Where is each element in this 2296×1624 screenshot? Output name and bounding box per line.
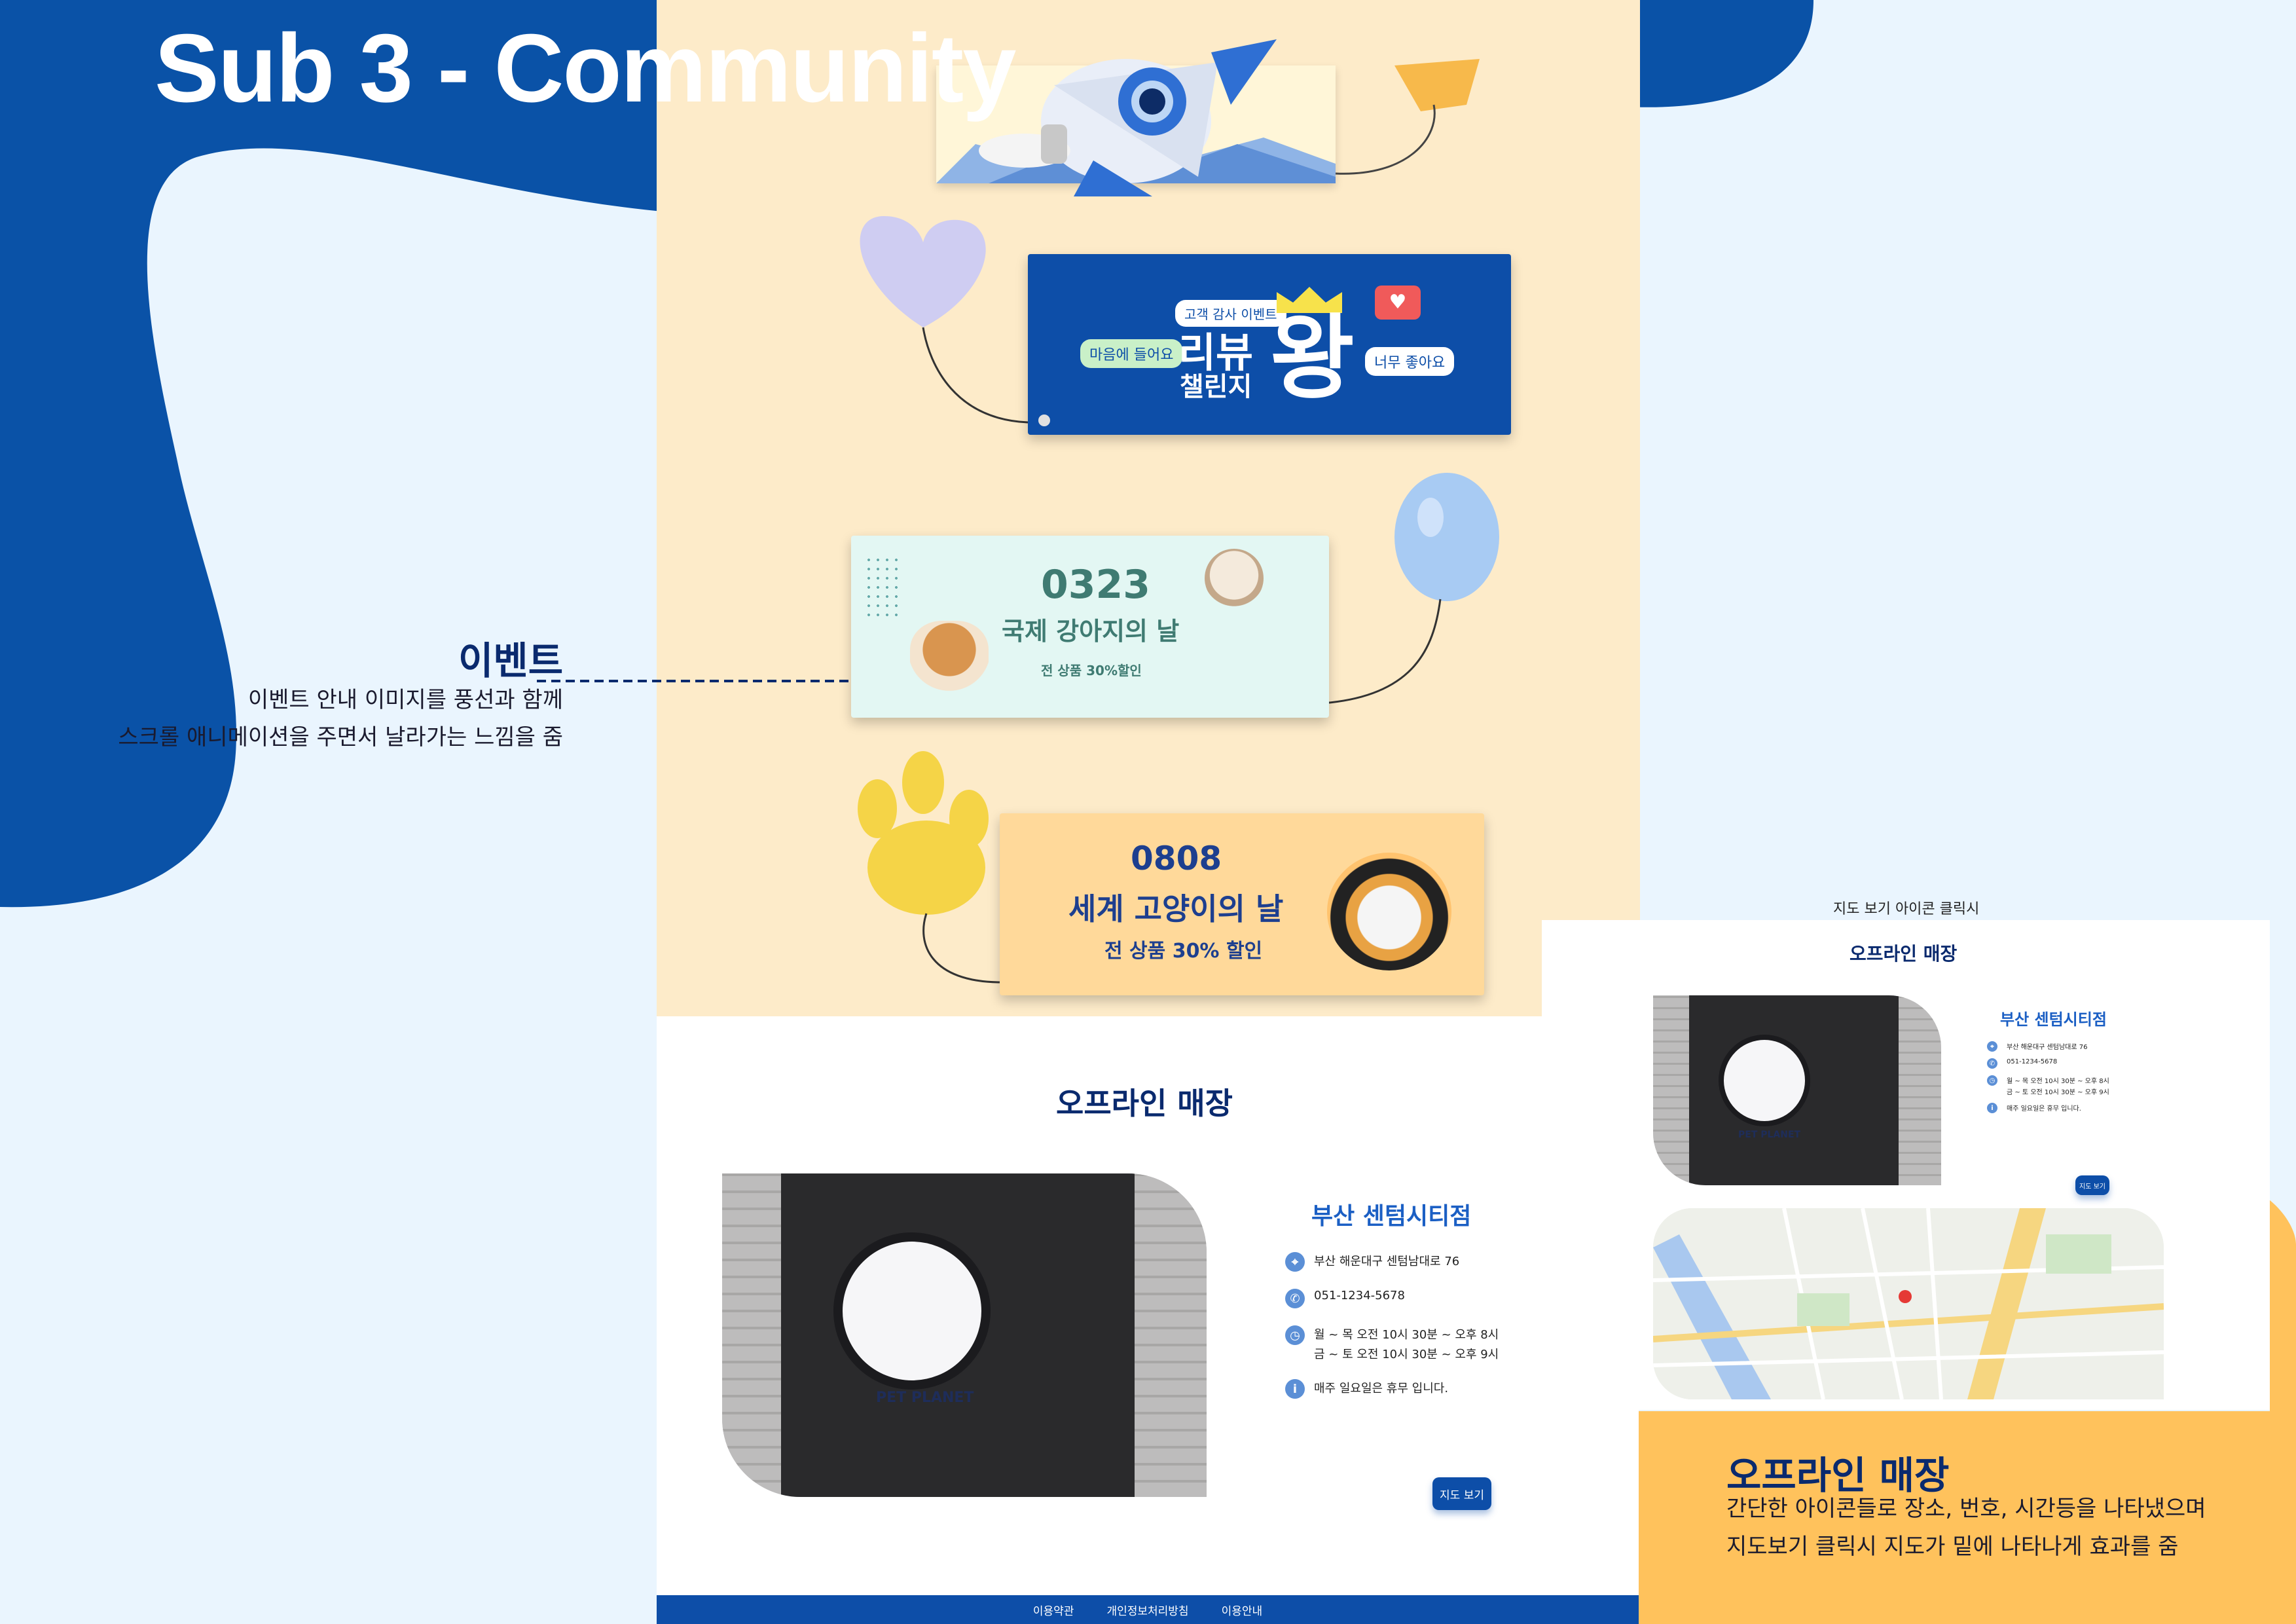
branch-name: 부산 센텀시티점 [1311, 1203, 1472, 1230]
clock-icon: ◷ [1987, 1075, 1997, 1086]
dog-photo [910, 621, 989, 693]
dog-date: 0323 [1041, 562, 1150, 608]
preview-address-text: 부산 해운대구 센텀남대로 76 [2007, 1044, 2088, 1051]
dog-title: 국제 강아지의 날 [1002, 617, 1180, 646]
cat-title: 세계 고양이의 날 [1068, 891, 1284, 927]
phone-text: 051-1234-5678 [1314, 1289, 1405, 1302]
address-row: ⌖ 부산 해운대구 센텀남대로 76 [1285, 1252, 1499, 1272]
preview-store-photo: PET PLANET [1653, 995, 1941, 1185]
review-bubble-right: 너무 좋아요 [1365, 347, 1455, 376]
preview-phone-row: ✆ 051-1234-5678 [1987, 1058, 2109, 1069]
footer: 이용약관 개인정보처리방침 이용안내 [657, 1595, 1639, 1624]
preview-closed-text: 매주 일요일은 휴무 입니다. [2007, 1105, 2081, 1113]
store-info-list: ⌖ 부산 해운대구 센텀남대로 76 ✆ 051-1234-5678 ◷ 월 ~… [1285, 1252, 1499, 1399]
map-button[interactable]: 지도 보기 [1432, 1477, 1491, 1510]
preview-hours-line2: 금 ~ 토 오전 10시 30분 ~ 오후 9시 [2007, 1089, 2109, 1096]
dots-decoration [864, 555, 903, 621]
address-text: 부산 해운대구 센텀남대로 76 [1314, 1255, 1460, 1268]
heart-chat-icon: ♥ [1375, 286, 1421, 320]
poodle-photo [1205, 549, 1264, 608]
phone-row: ✆ 051-1234-5678 [1285, 1289, 1499, 1308]
map-caption: 지도 보기 아이콘 클릭시 [1833, 901, 1980, 917]
preview-hours-line1: 월 ~ 목 오전 10시 30분 ~ 오후 8시 [2007, 1078, 2109, 1085]
cat-date: 0808 [1131, 840, 1222, 877]
review-challenge-banner[interactable]: 고객 감사 이벤트 마음에 들어요 리뷰 챌린지 왕 ♥ 너무 좋아요 [1028, 254, 1511, 435]
preview-phone-text: 051-1234-5678 [2007, 1058, 2058, 1065]
event-note-line1: 이벤트 안내 이미지를 풍선과 함께 [247, 687, 563, 713]
preview-section-title: 오프라인 매장 [1850, 943, 1958, 965]
info-icon: i [1285, 1379, 1305, 1399]
dog-discount: 전 상품 30%할인 [1041, 663, 1142, 678]
phone-icon: ✆ [1285, 1289, 1305, 1308]
event-note-line2: 스크롤 애니메이션을 주면서 날라가는 느낌을 줌 [118, 724, 563, 750]
preview-info-list: ⌖ 부산 해운대구 센텀남대로 76 ✆ 051-1234-5678 ◷ 월 ~… [1987, 1041, 2109, 1113]
closed-row: i 매주 일요일은 휴무 입니다. [1285, 1379, 1499, 1399]
banner-hole [1038, 415, 1050, 426]
footer-link-privacy[interactable]: 개인정보처리방침 [1106, 1602, 1188, 1618]
store-note-line1: 간단한 아이콘들로 장소, 번호, 시간등을 나타냈으며 [1726, 1496, 2206, 1522]
phone-icon: ✆ [1987, 1058, 1997, 1069]
closed-text: 매주 일요일은 휴무 입니다. [1314, 1382, 1449, 1395]
info-icon: i [1987, 1103, 1997, 1113]
review-king: 왕 [1270, 305, 1355, 412]
review-bubble-left: 마음에 들어요 [1080, 339, 1183, 368]
footer-link-terms[interactable]: 이용약관 [1033, 1602, 1074, 1618]
store-section: 오프라인 매장 PET PLANET 부산 센텀시티점 ⌖ 부산 해운대구 센텀… [657, 1016, 1639, 1595]
dog-day-banner[interactable]: 0323 국제 강아지의 날 전 상품 30%할인 [851, 536, 1329, 718]
clock-icon: ◷ [1285, 1325, 1305, 1345]
cat-day-banner[interactable]: 0808 세계 고양이의 날 전 상품 30% 할인 [1000, 813, 1484, 995]
review-title-line2: 챌린지 [1180, 372, 1252, 402]
hours-line1: 월 ~ 목 오전 10시 30분 ~ 오후 8시 [1314, 1328, 1499, 1342]
store-sign-text: PET PLANET [876, 1390, 974, 1406]
hours-line2: 금 ~ 토 오전 10시 30분 ~ 오후 9시 [1314, 1348, 1499, 1361]
preview-address-row: ⌖ 부산 해운대구 센텀남대로 76 [1987, 1041, 2109, 1052]
event-note-title: 이벤트 [458, 638, 564, 683]
hours-row: ◷ 월 ~ 목 오전 10시 30분 ~ 오후 8시 금 ~ 토 오전 10시 … [1285, 1325, 1499, 1362]
location-pin-icon: ⌖ [1285, 1252, 1305, 1272]
map-view[interactable] [1653, 1208, 2164, 1399]
location-pin-icon: ⌖ [1987, 1041, 1997, 1052]
preview-branch-name: 부산 센텀시티점 [2000, 1010, 2107, 1029]
preview-sign-text: PET PLANET [1738, 1130, 1801, 1140]
cat-discount: 전 상품 30% 할인 [1104, 940, 1263, 963]
cat-photo [1327, 853, 1451, 970]
store-section-title: 오프라인 매장 [1056, 1086, 1233, 1121]
preview-map-button[interactable]: 지도 보기 [2075, 1175, 2109, 1195]
footer-link-guide[interactable]: 이용안내 [1222, 1602, 1263, 1618]
page-title: Sub 3 - Community [155, 14, 1016, 122]
store-photo: PET PLANET [722, 1173, 1207, 1497]
preview-closed-row: i 매주 일요일은 휴무 입니다. [1987, 1103, 2109, 1113]
store-note-line2: 지도보기 클릭시 지도가 밑에 나타나게 효과를 줌 [1726, 1534, 2179, 1560]
preview-hours-row: ◷ 월 ~ 목 오전 10시 30분 ~ 오후 8시 금 ~ 토 오전 10시 … [1987, 1075, 2109, 1096]
map-preview-panel: 오프라인 매장 PET PLANET 부산 센텀시티점 ⌖ 부산 해운대구 센텀… [1542, 920, 2270, 1410]
